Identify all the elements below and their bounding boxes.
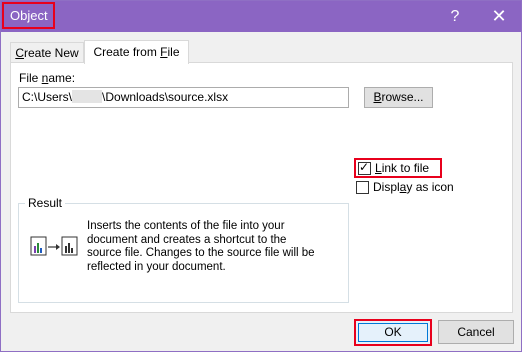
source-document-icon (30, 236, 47, 256)
help-button[interactable]: ? (433, 1, 477, 32)
window-title: Object (2, 2, 55, 29)
tab-create-new[interactable]: Create New (10, 42, 84, 62)
file-name-label: File name: (19, 71, 75, 85)
object-dialog: Object ? ✕ Create New Create from File F… (0, 0, 522, 352)
display-as-icon-checkbox[interactable] (356, 181, 369, 194)
link-result-icon (30, 236, 78, 256)
display-as-icon-label-end: y as icon (406, 180, 454, 194)
tab-create-new-key: C (15, 46, 24, 60)
file-name-input[interactable]: C:\Users\ \Downloads\source.xlsx (18, 87, 349, 108)
create-from-file-panel: File name: C:\Users\ \Downloads\source.xl… (10, 62, 513, 313)
display-as-icon-label-start: Displ (373, 180, 400, 194)
close-button[interactable]: ✕ (477, 1, 521, 32)
link-to-file-key: L (375, 161, 382, 175)
browse-key: B (373, 90, 382, 104)
link-to-file-checkbox[interactable]: ✓ (358, 160, 371, 175)
checkmark-icon: ✓ (359, 160, 370, 174)
file-path-end: \Downloads\source.xlsx (102, 90, 229, 104)
result-legend: Result (25, 196, 66, 210)
redacted-username (72, 90, 103, 103)
ok-label: OK (358, 323, 428, 342)
result-group: Result Inserts the contents of the file … (18, 196, 349, 303)
title-bar: Object ? ✕ (1, 1, 521, 32)
target-document-icon (61, 236, 78, 256)
tab-create-from-file-label-end: ile (167, 45, 180, 59)
browse-button[interactable]: Browse... (364, 87, 433, 108)
tab-create-from-file[interactable]: Create from File (84, 40, 189, 64)
browse-label: rowse... (381, 90, 424, 104)
link-to-file-label: ink to file (381, 161, 430, 175)
tab-create-from-file-key: F (160, 45, 168, 59)
link-to-file-option[interactable]: ✓ Link to file (354, 158, 442, 178)
file-name-label-end: ame: (48, 71, 76, 85)
cancel-button[interactable]: Cancel (438, 320, 514, 344)
display-as-icon-option[interactable]: Display as icon (356, 179, 454, 197)
tab-create-new-label: reate New (23, 46, 79, 60)
arrow-icon (48, 244, 60, 250)
result-description: Inserts the contents of the file into yo… (87, 220, 315, 273)
tab-create-from-file-label-start: Create from (93, 45, 161, 59)
ok-button[interactable]: OK (354, 319, 432, 346)
file-path-start: C:\Users\ (22, 90, 73, 104)
file-name-label-start: File (19, 71, 42, 85)
